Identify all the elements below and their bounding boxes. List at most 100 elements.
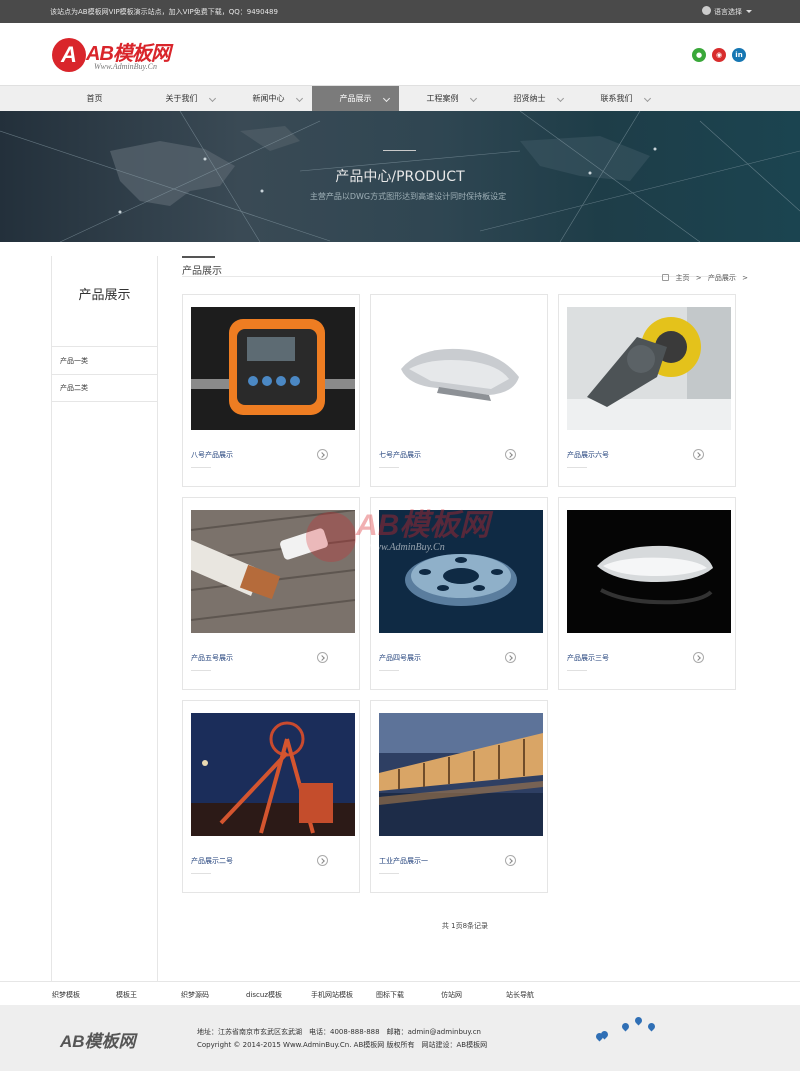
nav-item-products[interactable]: 产品展示 (312, 86, 399, 112)
site-footer: AB模板网 地址：江苏省南京市玄武区玄武湖 电话：4008-888-888 邮箱… (0, 1005, 800, 1071)
caption-underline (379, 670, 399, 671)
friend-link[interactable]: 手机网站模板 (311, 990, 353, 1000)
nav-item-jobs[interactable]: 招贤纳士 (486, 86, 573, 112)
product-image-dam-at-dusk[interactable] (379, 713, 543, 836)
product-card[interactable]: 八号产品展示 (182, 294, 360, 487)
section-title-accent (182, 256, 215, 258)
friend-links: 织梦模板 模板王 织梦源码 discuz模板 手机网站模板 图标下载 仿站网 站… (0, 981, 800, 1005)
section-divider (182, 276, 737, 277)
arrow-right-icon[interactable] (317, 855, 328, 866)
language-label: 语言选择 (714, 8, 742, 16)
product-caption[interactable]: 产品展示三号 (567, 653, 609, 663)
product-image-wooden-usb[interactable] (191, 510, 355, 633)
caption-underline (379, 467, 399, 468)
product-caption[interactable]: 产品展示六号 (567, 450, 609, 460)
friend-link[interactable]: 织梦源码 (181, 990, 209, 1000)
chevron-down-icon (469, 94, 478, 103)
chevron-down-icon (208, 94, 217, 103)
product-card[interactable]: 产品五号展示 (182, 497, 360, 690)
product-card[interactable]: 产品四号展示 (370, 497, 548, 690)
friend-link[interactable]: 织梦模板 (52, 990, 80, 1000)
top-bar: 该站点为AB模板网VIP模板演示站点，加入VIP免费下载，QQ：9490489 … (0, 0, 800, 23)
map-pin-icon (646, 1021, 657, 1032)
friend-link[interactable]: 图标下载 (376, 990, 404, 1000)
nav-item-home[interactable]: 首页 (51, 86, 138, 112)
nav-item-about[interactable]: 关于我们 (138, 86, 225, 112)
nav-label: 产品展示 (339, 94, 372, 103)
map-pin-icon (620, 1021, 631, 1032)
sidebar-item-category-1[interactable]: 产品一类 (52, 348, 157, 375)
footer-contact: 地址：江苏省南京市玄武区玄武湖 电话：4008-888-888 邮箱：admin… (197, 1028, 481, 1036)
nav-label: 联系我们 (600, 94, 633, 103)
product-image-yellow-tool[interactable] (567, 307, 731, 430)
nav-item-cases[interactable]: 工程案例 (399, 86, 486, 112)
globe-icon (702, 6, 711, 15)
friend-link[interactable]: 模板王 (116, 990, 137, 1000)
footer-copyright: Copyright © 2014-2015 Www.AdminBuy.Cn. A… (197, 1041, 488, 1049)
home-icon (662, 274, 670, 281)
map-pin-icon (633, 1015, 644, 1026)
main-nav: 首页 关于我们 新闻中心 产品展示 工程案例 招贤纳士 联系我们 (0, 85, 800, 112)
wechat-icon[interactable]: ● (692, 48, 706, 62)
arrow-right-icon[interactable] (505, 449, 516, 460)
sidebar-item-category-2[interactable]: 产品二类 (52, 375, 157, 402)
breadcrumb-home[interactable]: 主页 (676, 274, 690, 282)
banner-title: 产品中心/PRODUCT (335, 169, 465, 185)
arrow-right-icon[interactable] (505, 855, 516, 866)
sidebar-item-label: 产品一类 (60, 357, 88, 365)
sidebar-title: 产品展示 (52, 256, 157, 347)
product-image-industrial-tower[interactable] (191, 713, 355, 836)
site-logo[interactable]: A AB模板网 Www.AdminBuy.Cn (52, 35, 192, 75)
nav-label: 工程案例 (426, 94, 459, 103)
product-caption[interactable]: 产品四号展示 (379, 653, 421, 663)
breadcrumb-separator: > (695, 274, 702, 282)
friend-link[interactable]: discuz模板 (246, 990, 282, 1000)
product-image-orange-device[interactable] (191, 307, 355, 430)
arrow-right-icon[interactable] (505, 652, 516, 663)
banner-divider (383, 150, 416, 151)
product-caption[interactable]: 七号产品展示 (379, 450, 421, 460)
nav-item-contact[interactable]: 联系我们 (573, 86, 660, 112)
caption-underline (191, 467, 211, 468)
logo-emblem-letter: A (61, 42, 77, 67)
product-caption[interactable]: 产品展示二号 (191, 856, 233, 866)
language-selector[interactable]: 语言选择 (702, 6, 752, 17)
friend-link[interactable]: 站长导航 (506, 990, 534, 1000)
caret-down-icon (746, 10, 752, 13)
sidebar-item-label: 产品二类 (60, 384, 88, 392)
caption-underline (567, 670, 587, 671)
product-image-wireless-mouse[interactable] (567, 510, 731, 633)
product-caption[interactable]: 产品五号展示 (191, 653, 233, 663)
arrow-right-icon[interactable] (693, 449, 704, 460)
caption-underline (379, 873, 399, 874)
nav-label: 关于我们 (165, 94, 198, 103)
top-notice: 该站点为AB模板网VIP模板演示站点，加入VIP免费下载，QQ：9490489 (50, 8, 278, 16)
product-caption[interactable]: 八号产品展示 (191, 450, 233, 460)
breadcrumb-separator: > (742, 274, 748, 282)
nav-label: 首页 (86, 94, 103, 103)
caption-underline (191, 670, 211, 671)
arrow-right-icon[interactable] (317, 449, 328, 460)
pagination-info: 共 1页8条记录 (441, 922, 489, 930)
nav-label: 招贤纳士 (513, 94, 546, 103)
product-card[interactable]: 工业产品展示一 (370, 700, 548, 893)
product-image-silver-gadget[interactable] (379, 307, 543, 430)
friend-link[interactable]: 仿站网 (441, 990, 462, 1000)
product-card[interactable]: 产品展示六号 (558, 294, 736, 487)
banner-subtitle: 主营产品以DWG方式图形达到高速设计同时保持板设定 (309, 192, 507, 201)
product-caption[interactable]: 工业产品展示一 (379, 856, 428, 866)
breadcrumb-current[interactable]: 产品展示 (708, 274, 736, 282)
product-card[interactable]: 产品展示二号 (182, 700, 360, 893)
linkedin-icon[interactable]: in (732, 48, 746, 62)
product-image-metal-gear[interactable] (379, 510, 543, 633)
arrow-right-icon[interactable] (693, 652, 704, 663)
weibo-icon[interactable]: ◉ (712, 48, 726, 62)
caption-underline (567, 467, 587, 468)
chevron-down-icon (295, 94, 304, 103)
product-card[interactable]: 产品展示三号 (558, 497, 736, 690)
logo-url: Www.AdminBuy.Cn (94, 62, 157, 71)
nav-item-news[interactable]: 新闻中心 (225, 86, 312, 112)
arrow-right-icon[interactable] (317, 652, 328, 663)
product-card[interactable]: 七号产品展示 (370, 294, 548, 487)
breadcrumb: 主页 > 产品展示 > (662, 273, 748, 283)
